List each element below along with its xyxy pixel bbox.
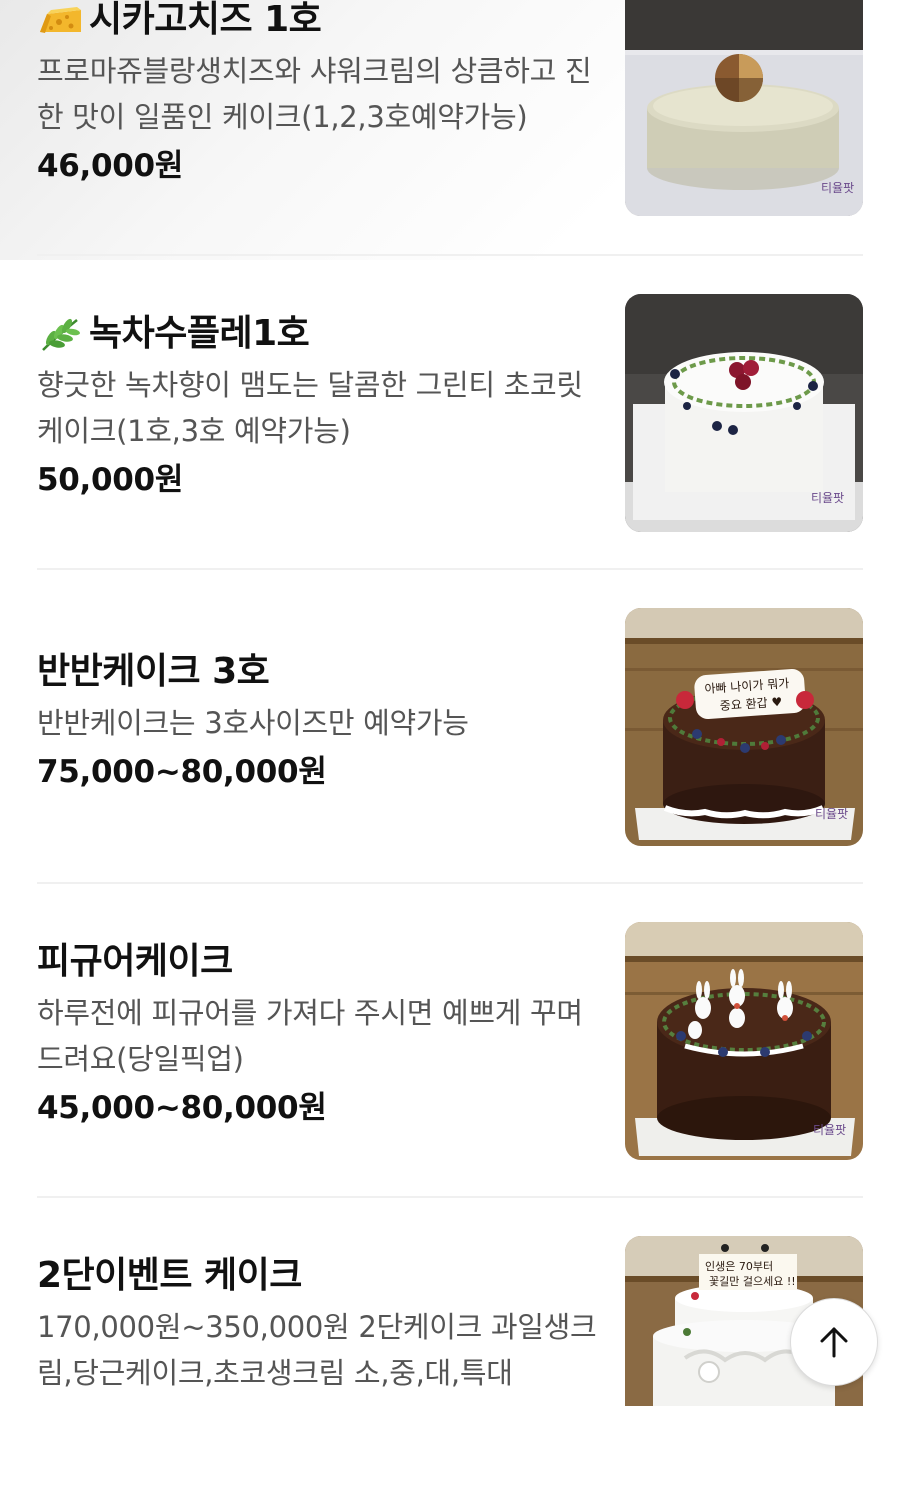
menu-item-description: 프로마쥬블랑생치즈와 샤워크림의 상큼하고 진한 맛이 일품인 케이크(1,2,… (37, 54, 592, 134)
menu-item-info: 반반케이크 3호 반반케이크는 3호사이즈만 예약가능 75,000~80,00… (37, 650, 597, 794)
svg-text:티율팟: 티율팟 (821, 181, 854, 195)
menu-item-price: 75,000~80,000원 (37, 754, 327, 790)
figure-cake-photo[interactable]: 티율팟 (625, 922, 863, 1160)
menu-item-name-row: 녹차수플레1호 (37, 312, 597, 356)
menu-item-description: 170,000원~350,000원 2단케이크 과일생크림,당근케이크,초코생크… (37, 1310, 597, 1390)
menu-item-price: 46,000원 (37, 148, 184, 184)
menu-item-price: 45,000~80,000원 (37, 1090, 327, 1126)
menu-item-name: 반반케이크 3호 (37, 651, 270, 692)
menu-item-name: 시카고치즈 1호 (89, 0, 322, 40)
menu-item-name: 녹차수플레1호 (89, 313, 310, 354)
menu-item-info: 피규어케이크 하루전에 피규어를 가져다 주시면 예쁘게 꾸며드려요(당일픽업)… (37, 940, 597, 1130)
menu-item-description: 향긋한 녹차향이 맴도는 달콤한 그린티 초코릿 케이크(1호,3호 예약가능) (37, 368, 583, 448)
menu-item[interactable]: 녹차수플레1호 향긋한 녹차향이 맴도는 달콤한 그린티 초코릿 케이크(1호,… (37, 254, 863, 570)
svg-text:꽃길만 걸으세요 !!: 꽃길만 걸으세요 !! (709, 1275, 796, 1288)
svg-text:티율팟: 티율팟 (813, 1123, 846, 1137)
menu-item-name-row: 시카고치즈 1호 (37, 0, 597, 42)
svg-text:티율팟: 티율팟 (815, 807, 848, 821)
cheesecake-photo[interactable]: 티율팟 (625, 0, 863, 216)
cheese-icon (40, 7, 81, 33)
menu-item-info: 시카고치즈 1호 프로마쥬블랑생치즈와 샤워크림의 상큼하고 진한 맛이 일품인… (37, 0, 597, 188)
menu-item-info: 녹차수플레1호 향긋한 녹차향이 맴도는 달콤한 그린티 초코릿 케이크(1호,… (37, 312, 597, 502)
menu-item[interactable]: 시카고치즈 1호 프로마쥬블랑생치즈와 샤워크림의 상큼하고 진한 맛이 일품인… (37, 0, 863, 256)
scroll-to-top-button[interactable] (790, 1298, 878, 1386)
menu-item-info: 2단이벤트 케이크 170,000원~350,000원 2단케이크 과일생크림,… (37, 1254, 597, 1396)
menu-item-name: 2단이벤트 케이크 (37, 1255, 302, 1296)
half-half-cake-photo[interactable]: 아빠 나이가 뭐가 중요 환갑 ♥ 티율팟 (625, 608, 863, 846)
svg-text:티율팟: 티율팟 (811, 491, 844, 505)
menu-item-name: 피규어케이크 (37, 941, 233, 982)
herb-icon (42, 318, 80, 351)
svg-text:인생은 70부터: 인생은 70부터 (705, 1260, 773, 1273)
menu-item-description: 하루전에 피규어를 가져다 주시면 예쁘게 꾸며드려요(당일픽업) (37, 996, 583, 1076)
greentea-souffle-photo[interactable]: 티율팟 (625, 294, 863, 532)
menu-item[interactable]: 2단이벤트 케이크 170,000원~350,000원 2단케이크 과일생크림,… (37, 1196, 863, 1510)
menu-item-price: 50,000원 (37, 462, 184, 498)
menu-item[interactable]: 피규어케이크 하루전에 피규어를 가져다 주시면 예쁘게 꾸며드려요(당일픽업)… (37, 882, 863, 1198)
menu-item[interactable]: 반반케이크 3호 반반케이크는 3호사이즈만 예약가능 75,000~80,00… (37, 568, 863, 884)
menu-item-description: 반반케이크는 3호사이즈만 예약가능 (37, 706, 469, 740)
arrow-up-icon (820, 1327, 848, 1358)
